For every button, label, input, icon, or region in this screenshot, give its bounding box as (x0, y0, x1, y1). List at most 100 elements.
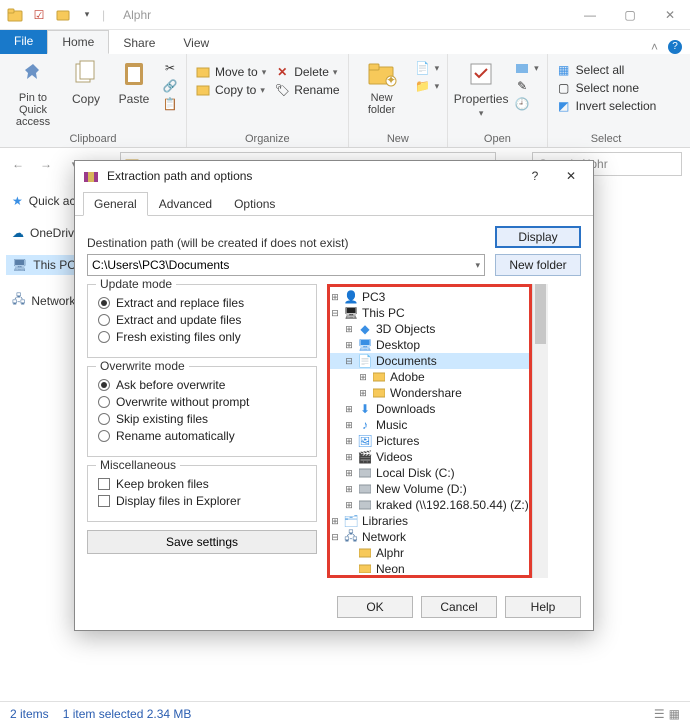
help-icon[interactable]: ? (668, 40, 682, 54)
forward-button[interactable]: → (36, 157, 56, 171)
checkbox-icon[interactable]: ☑ (30, 6, 48, 24)
tab-view[interactable]: View (169, 32, 223, 54)
tree-item-alphr[interactable]: Alphr (330, 545, 529, 561)
radio-overwrite-noprompt[interactable]: Overwrite without prompt (98, 395, 306, 409)
tab-advanced[interactable]: Advanced (148, 192, 223, 216)
dialog-help-button[interactable]: ? (521, 169, 549, 183)
pin-button[interactable]: Pin to Quick access (8, 58, 58, 128)
svg-text:✦: ✦ (386, 73, 396, 87)
check-keep-broken[interactable]: Keep broken files (98, 477, 306, 491)
tree-scrollbar[interactable] (532, 284, 548, 578)
videos-icon: 🎬 (358, 450, 372, 464)
tree-item-videos[interactable]: ⊞🎬Videos (330, 449, 529, 465)
documents-icon: 📄 (358, 354, 372, 368)
group-organize-label: Organize (195, 131, 340, 145)
rename-button[interactable]: 🏷Rename (274, 82, 339, 98)
easy-access-button[interactable]: 📁▾ (415, 78, 440, 94)
select-all-button[interactable]: ▦Select all (556, 62, 657, 78)
radio-fresh-existing[interactable]: Fresh existing files only (98, 330, 306, 344)
radio-rename-auto[interactable]: Rename automatically (98, 429, 306, 443)
scrollbar-thumb[interactable] (535, 284, 546, 344)
chevron-down-icon[interactable]: ▾ (475, 260, 480, 271)
netdrive-icon (358, 498, 372, 512)
radio-skip-existing[interactable]: Skip existing files (98, 412, 306, 426)
group-clipboard-label: Clipboard (8, 131, 178, 145)
display-button[interactable]: Display (495, 226, 581, 248)
paste-shortcut-button[interactable]: 📋 (162, 96, 178, 112)
help-button[interactable]: Help (505, 596, 581, 618)
destination-input[interactable]: C:\Users\PC3\Documents ▾ (87, 254, 485, 276)
tab-share[interactable]: Share (109, 32, 169, 54)
tree-item-documents[interactable]: ⊟📄Documents (330, 353, 529, 369)
radio-ask-overwrite[interactable]: Ask before overwrite (98, 378, 306, 392)
ribbon-collapse-icon[interactable]: ˄ (651, 40, 658, 54)
copy-path-button[interactable]: 🔗 (162, 78, 178, 94)
delete-button[interactable]: ✕Delete▾ (274, 64, 339, 80)
save-settings-button[interactable]: Save settings (87, 530, 317, 554)
check-display-explorer[interactable]: Display files in Explorer (98, 494, 306, 508)
status-bar: 2 items 1 item selected 2.34 MB ☰ ▦ (0, 701, 690, 725)
radio-extract-update[interactable]: Extract and update files (98, 313, 306, 327)
dialog-close-button[interactable]: ✕ (557, 169, 585, 183)
select-none-button[interactable]: ▢Select none (556, 80, 657, 96)
tree-item-desktop[interactable]: ⊞🖥Desktop (330, 337, 529, 353)
update-mode-legend: Update mode (96, 277, 176, 291)
tree-item-pc3[interactable]: ⊞👤PC3 (330, 289, 529, 305)
network-icon: 🖧 (12, 290, 25, 311)
copy-button[interactable]: Copy (66, 58, 106, 106)
radio-extract-replace[interactable]: Extract and replace files (98, 296, 306, 310)
ok-button[interactable]: OK (337, 596, 413, 618)
maximize-button[interactable]: ▢ (610, 0, 650, 30)
quick-access-toolbar: ☑ ▾ | (0, 6, 111, 24)
folder-small-icon[interactable] (54, 6, 72, 24)
group-select-label: Select (556, 131, 657, 145)
move-to-button[interactable]: Move to▾ (195, 64, 266, 80)
copy-to-button[interactable]: Copy to▾ (195, 82, 266, 98)
tree-item-kraked[interactable]: ⊞kraked (\\192.168.50.44) (Z:) (330, 497, 529, 513)
tree-item-libraries[interactable]: ⊞🗂Libraries (330, 513, 529, 529)
user-icon: 👤 (344, 290, 358, 304)
close-button[interactable]: ✕ (650, 0, 690, 30)
invert-selection-button[interactable]: ◩Invert selection (556, 98, 657, 114)
tab-home[interactable]: Home (47, 30, 109, 54)
paste-button[interactable]: Paste (114, 58, 154, 106)
tree-item-3dobjects[interactable]: ⊞◆3D Objects (330, 321, 529, 337)
tab-general[interactable]: General (83, 192, 148, 216)
back-button[interactable]: ← (8, 157, 28, 171)
open-icon (514, 60, 530, 76)
new-folder-button[interactable]: ✦ New folder (357, 58, 407, 116)
tree-item-thispc[interactable]: ⊟🖥This PC (330, 305, 529, 321)
minimize-button[interactable]: — (570, 0, 610, 30)
tree-item-newvol[interactable]: ⊞New Volume (D:) (330, 481, 529, 497)
tree-item-downloads[interactable]: ⊞⬇Downloads (330, 401, 529, 417)
ribbon: Pin to Quick access Copy Paste ✂ 🔗 📋 Cli… (0, 54, 690, 148)
music-icon: ♪ (358, 418, 372, 432)
thumbnails-view-button[interactable]: ▦ (669, 707, 680, 721)
dialog-tabs: General Advanced Options (75, 191, 593, 216)
winrar-icon (83, 169, 99, 183)
tree-item-pictures[interactable]: ⊞🖼Pictures (330, 433, 529, 449)
cancel-button[interactable]: Cancel (421, 596, 497, 618)
edit-button[interactable]: ✎ (514, 78, 539, 94)
history-button[interactable]: 🕘 (514, 96, 539, 112)
open-button[interactable]: ▾ (514, 60, 539, 76)
new-folder-button[interactable]: New folder (495, 254, 581, 276)
new-item-button[interactable]: 📄▾ (415, 60, 440, 76)
tree-item-music[interactable]: ⊞♪Music (330, 417, 529, 433)
history-icon: 🕘 (514, 96, 530, 112)
details-view-button[interactable]: ☰ (654, 707, 665, 721)
qat-dropdown-icon[interactable]: ▾ (78, 6, 96, 24)
overwrite-mode-group: Overwrite mode Ask before overwrite Over… (87, 366, 317, 457)
tab-options[interactable]: Options (223, 192, 286, 216)
tree-item-adobe[interactable]: ⊞Adobe (330, 369, 529, 385)
tree-item-localdisk[interactable]: ⊞Local Disk (C:) (330, 465, 529, 481)
tab-file[interactable]: File (0, 30, 47, 54)
properties-button[interactable]: Properties▾ (456, 58, 506, 119)
tree-item-network[interactable]: ⊟🖧Network (330, 529, 529, 545)
cut-button[interactable]: ✂ (162, 60, 178, 76)
tree-item-wondershare[interactable]: ⊞Wondershare (330, 385, 529, 401)
destination-label: Destination path (will be created if doe… (87, 236, 485, 250)
folder-tree-view[interactable]: ⊞👤PC3 ⊟🖥This PC ⊞◆3D Objects ⊞🖥Desktop ⊟… (330, 289, 529, 573)
folder-icon[interactable] (6, 6, 24, 24)
tree-item-neon[interactable]: Neon (330, 561, 529, 573)
